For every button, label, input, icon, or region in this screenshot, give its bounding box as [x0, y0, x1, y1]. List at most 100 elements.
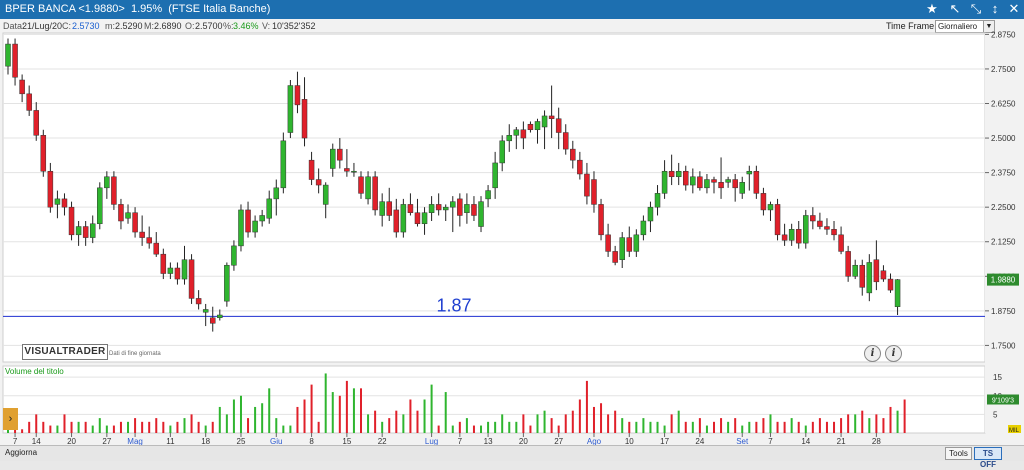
- volume-bar: [289, 425, 292, 433]
- candle-body: [146, 237, 152, 244]
- candle-body: [40, 135, 47, 172]
- visualtrader-logo: VISUALTRADER: [22, 344, 108, 360]
- candle-body: [393, 209, 400, 233]
- candle-body: [167, 267, 174, 274]
- volume-bar: [105, 425, 108, 433]
- volume-bar: [501, 414, 504, 433]
- candle-body: [852, 264, 858, 277]
- candle-body: [584, 173, 590, 197]
- volume-bar: [755, 421, 758, 433]
- candle-body: [570, 148, 576, 161]
- volume-bar: [797, 421, 800, 433]
- candle-body: [12, 43, 18, 78]
- candle-body: [810, 215, 816, 222]
- candle-body: [817, 220, 823, 227]
- candle-body: [19, 79, 25, 95]
- volume-bar: [677, 410, 680, 433]
- candle-body: [746, 170, 753, 175]
- volume-bar: [840, 418, 843, 433]
- candle-body: [894, 279, 901, 307]
- candle-body: [499, 140, 505, 164]
- volume-bar: [621, 418, 624, 433]
- candle-body: [379, 201, 385, 216]
- volume-bar: [204, 425, 207, 433]
- candle-body: [414, 212, 421, 225]
- info-icon-2[interactable]: i: [885, 345, 902, 362]
- candle-body: [442, 206, 449, 211]
- volume-bar: [183, 418, 186, 433]
- volume-bar: [176, 421, 179, 433]
- candle-body: [873, 259, 880, 283]
- volume-bar: [557, 425, 560, 433]
- status-bar: Aggiorna Tools TS OFF: [0, 445, 1024, 469]
- volume-bar: [713, 421, 715, 433]
- price-tick-label: 2.1250: [991, 238, 1016, 247]
- candle-body: [82, 226, 89, 238]
- volume-bar: [769, 414, 772, 433]
- volume-bar: [585, 380, 588, 433]
- candle-body: [238, 209, 244, 247]
- chart-canvas[interactable]: 2.8750 2.7500 2.6250 2.5000 2.3750 2.2500 2.12…: [0, 0, 1024, 445]
- candle-body: [118, 204, 124, 222]
- candle-body: [520, 129, 527, 139]
- volume-bar: [49, 425, 52, 433]
- candle-body: [697, 176, 703, 189]
- candle-body: [68, 206, 75, 236]
- axis-strip: [985, 33, 1021, 433]
- volume-bar: [162, 421, 165, 433]
- volume-bar: [197, 421, 200, 433]
- volume-bar: [338, 395, 341, 433]
- candle-body: [880, 270, 887, 280]
- volume-bar: [282, 425, 285, 433]
- price-tick-label: 2.3750: [991, 169, 1016, 178]
- x-tick-label: 17: [660, 437, 669, 445]
- candle-body: [125, 212, 131, 219]
- price-tick-label: 2.2500: [991, 203, 1016, 212]
- volume-bar: [635, 421, 638, 433]
- volume-bar: [84, 421, 87, 433]
- candle-body: [534, 121, 541, 131]
- volume-bar: [317, 421, 320, 433]
- volume-bar: [515, 421, 518, 433]
- volume-bar: [395, 410, 398, 433]
- candle-body: [47, 170, 54, 208]
- expand-panel-tab[interactable]: ›: [3, 408, 18, 430]
- candle-body: [435, 204, 442, 211]
- candle-body: [174, 267, 181, 280]
- volume-bar: [119, 421, 122, 433]
- volume-bar: [465, 418, 468, 433]
- volume-bar: [684, 421, 687, 433]
- x-tick-label: Lug: [425, 437, 438, 445]
- candle-body: [478, 201, 484, 227]
- candle-body: [89, 223, 96, 238]
- ts-off-button[interactable]: TS OFF: [974, 447, 1002, 469]
- volume-bar: [296, 406, 299, 433]
- info-icon[interactable]: i: [864, 345, 881, 362]
- candle-body: [683, 170, 689, 186]
- candle-body: [273, 187, 280, 200]
- refresh-button[interactable]: Aggiorna: [5, 446, 37, 460]
- tools-button[interactable]: Tools: [945, 447, 972, 460]
- candle-body: [217, 314, 223, 319]
- candle-body: [132, 212, 138, 233]
- candle-body: [619, 237, 625, 260]
- candle-body: [104, 176, 110, 189]
- volume-bar: [360, 388, 362, 433]
- volume-bar: [543, 410, 546, 433]
- price-tick-label: 1.7500: [991, 341, 1016, 350]
- candle-body: [788, 229, 795, 241]
- volume-bar: [734, 418, 737, 433]
- volume-bar: [628, 421, 631, 433]
- candle-body: [654, 193, 661, 208]
- volume-bar: [550, 418, 553, 433]
- x-tick-label: 20: [67, 437, 76, 445]
- price-tick-label: 2.6250: [991, 100, 1016, 109]
- price-tick-label: 1.8750: [991, 307, 1016, 316]
- candle-body: [407, 204, 414, 213]
- candle-body: [358, 176, 364, 194]
- volume-bar: [42, 421, 45, 433]
- volume-bar: [451, 425, 454, 433]
- candle-body: [231, 245, 237, 266]
- volume-bar: [63, 414, 66, 433]
- volume-bar: [663, 425, 666, 433]
